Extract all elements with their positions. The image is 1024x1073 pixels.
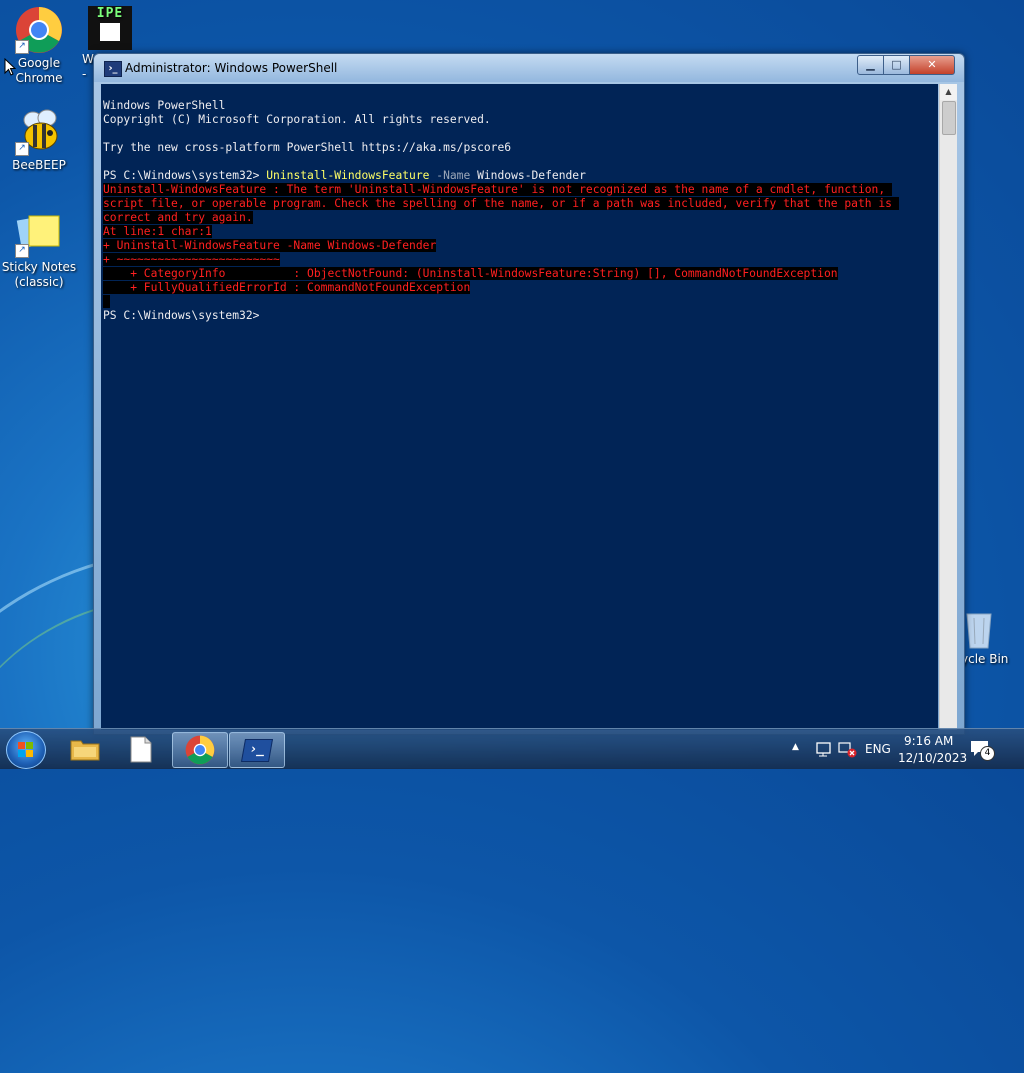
powershell-icon: ›_ xyxy=(104,61,122,77)
error-line: correct and try again. xyxy=(103,211,253,224)
taskbar: ›_ ▲ ENG 9:16 AM 12/10/2023 4 xyxy=(0,728,1024,769)
scroll-up-arrow-icon[interactable]: ▲ xyxy=(940,84,957,100)
error-line: + CategoryInfo : ObjectNotFound: (Uninst… xyxy=(103,267,838,280)
action-center-flag-icon[interactable] xyxy=(815,741,833,757)
console-line: Try the new cross-platform PowerShell ht… xyxy=(103,141,512,154)
desktop-icon-label: Sticky Notes xyxy=(1,260,77,274)
error-line: + ~~~~~~~~~~~~~~~~~~~~~~~~ xyxy=(103,253,280,266)
sticky-notes-icon: ↗ xyxy=(15,210,63,258)
desktop-icon-label: BeeBEEP xyxy=(12,158,66,172)
scrollbar-thumb[interactable] xyxy=(942,101,956,135)
command-name: Uninstall-WindowsFeature xyxy=(266,169,430,182)
desktop-icon-beebeep[interactable]: ↗ BeeBEEP xyxy=(0,108,79,173)
console-line-blank xyxy=(103,295,936,309)
error-line: At line:1 char:1 xyxy=(103,225,212,238)
clock-time[interactable]: 9:16 AM xyxy=(904,734,953,748)
desktop-icon-recycle-bin[interactable]: ycle Bin xyxy=(955,608,1024,667)
recycle-bin-icon xyxy=(959,608,999,650)
desktop-icon-label: ycle Bin xyxy=(961,652,1009,666)
error-line: + Uninstall-WindowsFeature -Name Windows… xyxy=(103,239,437,252)
window-title: Administrator: Windows PowerShell xyxy=(125,61,338,75)
start-button[interactable] xyxy=(6,731,46,769)
powershell-icon: ›_ xyxy=(240,739,274,762)
minimize-button[interactable]: ▁ xyxy=(857,55,884,75)
mouse-cursor-icon xyxy=(4,58,16,76)
chrome-icon xyxy=(185,735,215,765)
shortcut-arrow-icon: ↗ xyxy=(15,142,29,156)
clock-date[interactable]: 12/10/2023 xyxy=(898,751,967,765)
desktop-icon-label: (classic) xyxy=(14,275,64,289)
taskbar-powershell[interactable]: ›_ xyxy=(229,732,285,768)
command-value: Windows-Defender xyxy=(470,169,586,182)
error-line: script file, or operable program. Check … xyxy=(103,197,899,210)
console-line: Windows PowerShell xyxy=(103,99,226,112)
command-parameter: -Name xyxy=(429,169,471,182)
maximize-button[interactable]: □ xyxy=(883,55,910,75)
error-line: Uninstall-WindowsFeature : The term 'Uni… xyxy=(103,183,892,196)
console-prompt-line: PS C:\Windows\system32> xyxy=(103,309,936,323)
console-command-line: PS C:\Windows\system32> Uninstall-Window… xyxy=(103,169,936,183)
shortcut-arrow-icon: ↗ xyxy=(15,40,29,54)
error-line: + FullyQualifiedErrorId : CommandNotFoun… xyxy=(103,281,471,294)
close-button[interactable]: ✕ xyxy=(909,55,955,75)
network-disconnected-icon[interactable] xyxy=(838,740,858,758)
taskbar-chrome[interactable] xyxy=(172,732,228,768)
show-hidden-icons-icon[interactable]: ▲ xyxy=(792,742,799,752)
notifications-button[interactable]: 4 xyxy=(970,740,995,761)
prompt: PS C:\Windows\system32> xyxy=(103,309,267,322)
taskbar-file-explorer[interactable] xyxy=(58,732,112,766)
taskbar-notepad[interactable] xyxy=(114,732,168,766)
console-line: Copyright (C) Microsoft Corporation. All… xyxy=(103,113,491,126)
console-output[interactable]: Windows PowerShell Copyright (C) Microsof… xyxy=(101,84,938,730)
notifications-count-badge: 4 xyxy=(980,746,995,761)
prompt: PS C:\Windows\system32> xyxy=(103,169,267,182)
chrome-icon: ↗ xyxy=(15,6,63,54)
powershell-window[interactable]: ›_ Administrator: Windows PowerShell ▁ □… xyxy=(93,53,965,735)
folder-icon xyxy=(70,740,100,761)
shortcut-arrow-icon: ↗ xyxy=(15,244,29,258)
desktop-icon-sticky-notes[interactable]: ↗ Sticky Notes (classic) xyxy=(0,210,79,290)
bee-icon: ↗ xyxy=(15,108,63,156)
language-indicator[interactable]: ENG xyxy=(865,742,891,756)
blank-document-icon xyxy=(130,736,152,763)
windows-logo-icon xyxy=(18,742,34,758)
window-titlebar[interactable]: ›_ Administrator: Windows PowerShell ▁ □… xyxy=(94,54,964,82)
ipe-icon: IPE xyxy=(88,6,132,50)
vertical-scrollbar[interactable]: ▲ xyxy=(939,84,957,730)
